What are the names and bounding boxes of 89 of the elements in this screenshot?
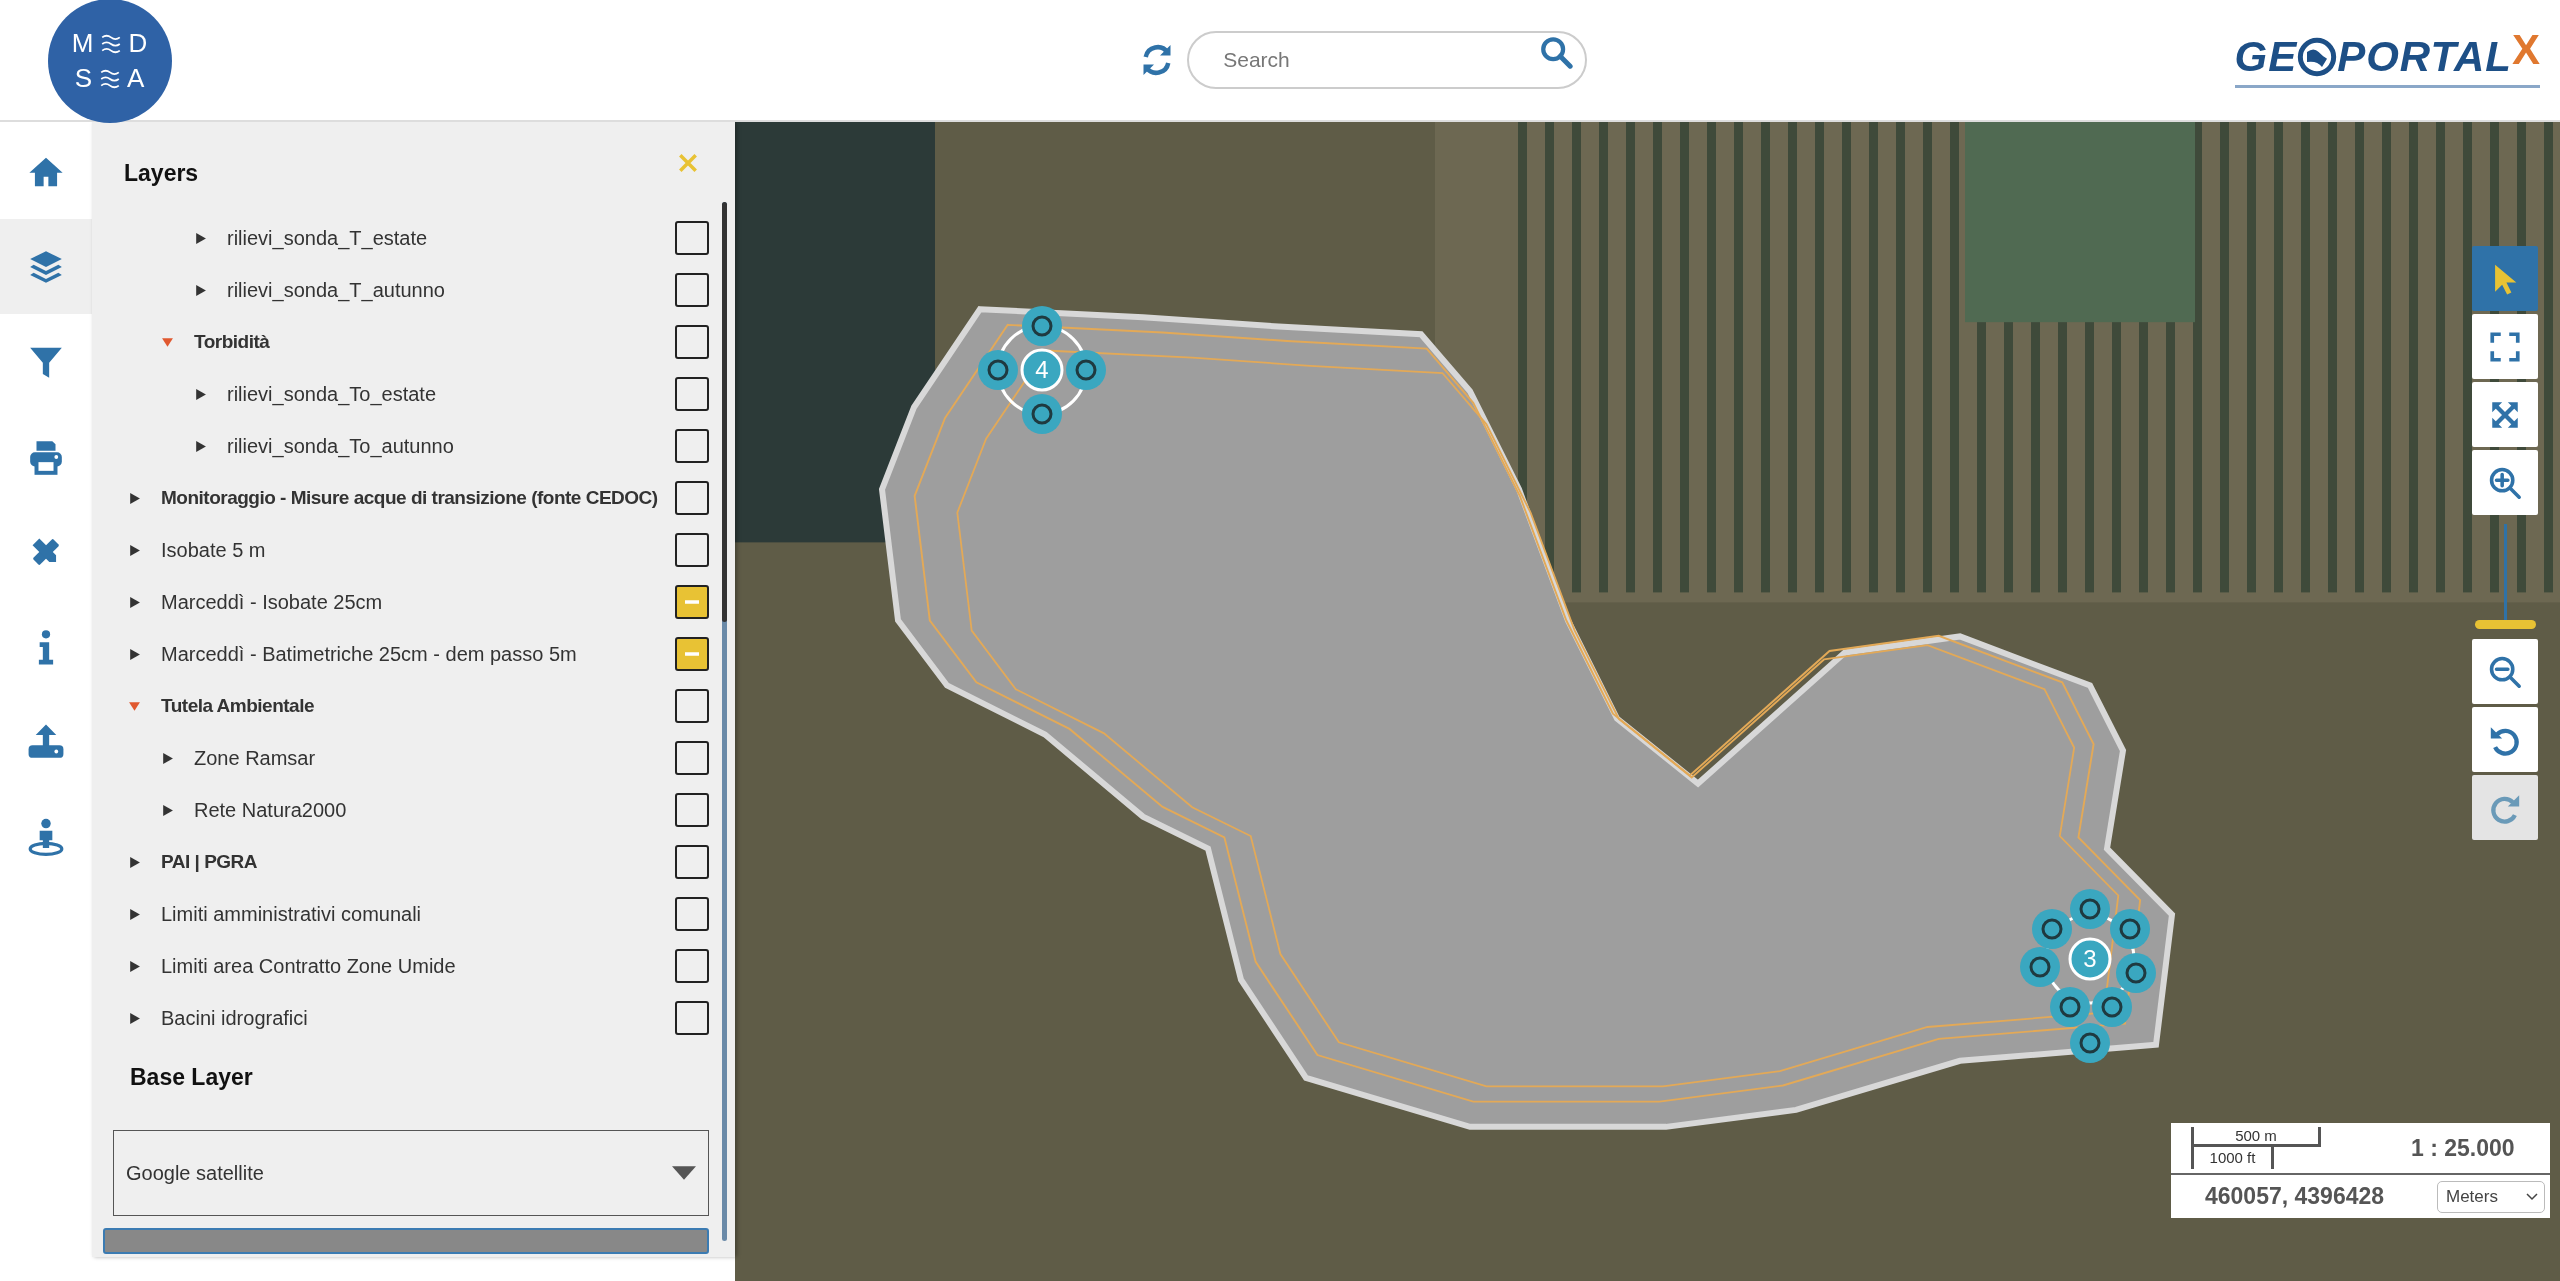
brand-mark: X bbox=[2511, 25, 2540, 74]
expand-caret-icon[interactable] bbox=[128, 491, 141, 505]
logo-letter: M bbox=[71, 28, 95, 59]
expand-caret-icon[interactable] bbox=[128, 907, 141, 921]
panel-title: Layers bbox=[124, 160, 199, 188]
waves-icon bbox=[100, 33, 123, 54]
logo-letter: D bbox=[128, 28, 149, 59]
layer-name[interactable]: rilievi_sonda_To_estate bbox=[227, 382, 675, 406]
undo-button[interactable] bbox=[2472, 707, 2538, 772]
layer-checkbox[interactable] bbox=[675, 637, 709, 671]
layer-checkbox[interactable] bbox=[675, 949, 709, 983]
layer-checkbox[interactable] bbox=[675, 377, 709, 411]
expand-caret-icon[interactable] bbox=[128, 1011, 141, 1025]
layer-checkbox[interactable] bbox=[675, 897, 709, 931]
logo-letter: S bbox=[74, 63, 93, 94]
layer-name[interactable]: Monitoraggio - Misure acque di transizione (fonte CEDOC) bbox=[161, 487, 675, 509]
pointer-button[interactable] bbox=[2472, 246, 2538, 311]
layer-checkbox[interactable] bbox=[675, 325, 709, 359]
layer-checkbox[interactable] bbox=[675, 741, 709, 775]
expand-caret-icon[interactable] bbox=[128, 595, 141, 609]
layer-checkbox[interactable] bbox=[675, 221, 709, 255]
expand-caret-icon[interactable] bbox=[128, 855, 141, 869]
layer-checkbox[interactable] bbox=[675, 585, 709, 619]
expand-caret-icon[interactable] bbox=[128, 543, 141, 557]
layer-name[interactable]: PAI | PGRA bbox=[161, 851, 675, 873]
expand-caret-icon[interactable] bbox=[161, 751, 174, 765]
expand-caret-icon[interactable] bbox=[194, 231, 207, 245]
search-icon[interactable] bbox=[1539, 35, 1574, 69]
scale-ratio: 1 : 25.000 bbox=[2411, 1134, 2515, 1162]
minus-icon bbox=[685, 652, 699, 656]
horizontal-scrollbar[interactable] bbox=[103, 1228, 709, 1254]
base-layer-select[interactable]: Google satellite bbox=[113, 1130, 709, 1216]
layer-checkbox[interactable] bbox=[675, 273, 709, 307]
chevron-down-icon bbox=[2526, 1192, 2538, 1201]
minus-icon bbox=[685, 600, 699, 604]
layer-name[interactable]: Limiti area Contratto Zone Umide bbox=[161, 954, 675, 978]
brand-name: PORTAL bbox=[2337, 32, 2512, 81]
search-field[interactable]: Search bbox=[1187, 31, 1588, 89]
layer-name[interactable]: Tutela Ambientale bbox=[161, 695, 675, 717]
layer-name[interactable]: Zone Ramsar bbox=[194, 746, 675, 770]
vertical-scrollbar[interactable] bbox=[722, 202, 727, 1241]
layer-name[interactable]: Rete Natura2000 bbox=[194, 798, 675, 822]
zoom-out-button[interactable] bbox=[2472, 639, 2538, 704]
layer-checkbox[interactable] bbox=[675, 689, 709, 723]
expand-caret-icon[interactable] bbox=[128, 647, 141, 661]
collapse-caret-icon[interactable] bbox=[128, 699, 141, 713]
layer-name[interactable]: Marceddì - Isobate 25cm bbox=[161, 590, 675, 614]
layer-name[interactable]: rilievi_sonda_T_autunno bbox=[227, 278, 675, 302]
waves-icon bbox=[99, 68, 121, 89]
brand-name: GE bbox=[2234, 32, 2298, 81]
base-layer-title: Base Layer bbox=[129, 1063, 254, 1092]
layer-checkbox[interactable] bbox=[675, 429, 709, 463]
layer-name[interactable]: rilievi_sonda_T_estate bbox=[227, 226, 675, 250]
units-select[interactable]: Meters bbox=[2437, 1180, 2545, 1213]
cluster-count: 3 bbox=[2082, 945, 2098, 973]
coordinates: 460057, 4396428 bbox=[2205, 1183, 2385, 1210]
fullscreen-button[interactable] bbox=[2472, 314, 2538, 379]
fullscreen-icon bbox=[2488, 329, 2522, 364]
zoom-in-button[interactable] bbox=[2472, 450, 2538, 515]
sidebar-item[interactable] bbox=[0, 219, 92, 314]
expand-caret-icon[interactable] bbox=[128, 959, 141, 973]
zoom-in-icon bbox=[2488, 465, 2522, 500]
layer-checkbox[interactable] bbox=[675, 481, 709, 515]
imperial-scale-bar: 1000 ft bbox=[2191, 1147, 2274, 1169]
caret-icon bbox=[670, 1165, 698, 1181]
expand-caret-icon[interactable] bbox=[194, 387, 207, 401]
layer-name[interactable]: Limiti amministrativi comunali bbox=[161, 902, 675, 926]
layer-checkbox[interactable] bbox=[675, 533, 709, 567]
layer-name[interactable]: Bacini idrografici bbox=[161, 1006, 675, 1030]
layer-checkbox[interactable] bbox=[675, 845, 709, 879]
collapse-caret-icon[interactable] bbox=[161, 335, 174, 349]
layer-name[interactable]: rilievi_sonda_To_autunno bbox=[227, 434, 675, 458]
expand-caret-icon[interactable] bbox=[194, 283, 207, 297]
slider-thumb[interactable] bbox=[2475, 619, 2536, 629]
expand-caret-icon[interactable] bbox=[161, 803, 174, 817]
expand-caret-icon[interactable] bbox=[194, 439, 207, 453]
person-icon bbox=[27, 817, 65, 856]
layer-checkbox[interactable] bbox=[675, 793, 709, 827]
full-extent-button[interactable] bbox=[2472, 382, 2538, 447]
metric-scale-bar: 500 m bbox=[2191, 1127, 2321, 1147]
layer-name[interactable]: Marceddì - Batimetriche 25cm - dem passo 5m bbox=[161, 642, 675, 666]
globe-icon bbox=[2297, 36, 2338, 77]
zoom-out-icon bbox=[2488, 654, 2522, 689]
logo-letter: A bbox=[127, 63, 146, 94]
layer-checkbox[interactable] bbox=[675, 1001, 709, 1035]
layer-name[interactable]: Isobate 5 m bbox=[161, 538, 675, 562]
upload-icon bbox=[27, 722, 65, 761]
layer-name[interactable]: Torbidità bbox=[194, 331, 675, 353]
cluster-count: 4 bbox=[1034, 356, 1050, 384]
